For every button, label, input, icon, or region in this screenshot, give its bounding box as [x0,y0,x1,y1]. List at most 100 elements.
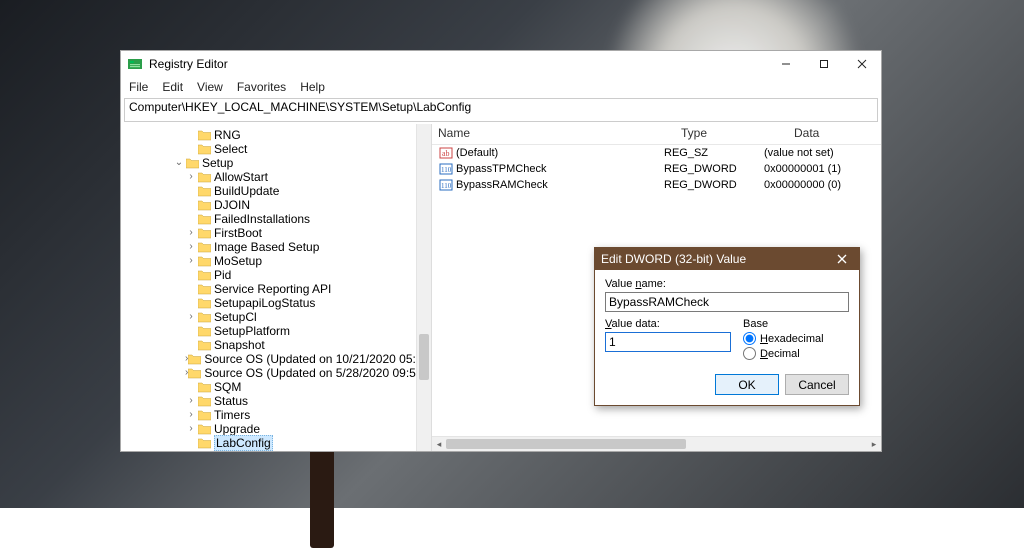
value-row[interactable]: 110 BypassTPMCheckREG_DWORD0x00000001 (1) [432,161,881,177]
menu-file[interactable]: File [129,80,148,94]
tree-scroll-thumb[interactable] [419,334,429,380]
close-button[interactable] [843,51,881,77]
radio-hex-input[interactable] [743,332,756,345]
registry-tree[interactable]: RNGSelect⌄Setup›AllowStartBuildUpdateDJO… [121,124,432,451]
expand-icon[interactable]: › [173,450,185,451]
tree-item-label: SetupapiLogStatus [214,296,315,310]
tree-item-label: Status [214,394,248,408]
folder-icon [197,255,211,267]
menu-edit[interactable]: Edit [162,80,183,94]
tree-item[interactable]: SetupPlatform [121,324,431,338]
menubar: File Edit View Favorites Help [121,77,881,97]
titlebar[interactable]: Registry Editor [121,51,881,77]
list-header[interactable]: Name Type Data [432,124,881,145]
radio-hexadecimal[interactable]: Hexadecimal [743,332,849,345]
tree-item[interactable]: LabConfig [121,436,431,450]
window-title: Registry Editor [149,57,228,71]
dialog-title: Edit DWORD (32-bit) Value [601,252,746,266]
tree-item[interactable]: SQM [121,380,431,394]
value-name-field[interactable] [605,292,849,312]
tree-item-label: FailedInstallations [214,212,310,226]
tree-item[interactable]: Snapshot [121,338,431,352]
expand-icon[interactable]: › [185,170,197,184]
folder-icon [188,367,201,379]
dialog-close-button[interactable] [831,248,853,270]
tree-scrollbar[interactable] [416,124,431,451]
tree-item[interactable]: RNG [121,128,431,142]
expand-icon[interactable]: › [185,226,197,240]
value-row[interactable]: 110BypassRAMCheckREG_DWORD0x00000000 (0) [432,177,881,193]
folder-icon [197,437,211,449]
menu-view[interactable]: View [197,80,223,94]
value-type: REG_DWORD [664,163,764,175]
tree-item[interactable]: ›Software [121,450,431,451]
tree-item-label: Timers [214,408,250,422]
cancel-button[interactable]: Cancel [785,374,849,395]
tree-item[interactable]: BuildUpdate [121,184,431,198]
col-name[interactable]: Name [432,124,675,144]
list-scroll-thumb[interactable] [446,439,686,449]
expand-icon[interactable]: › [185,240,197,254]
scroll-right-icon[interactable]: ▸ [867,437,881,451]
tree-item[interactable]: ›Source OS (Updated on 5/28/2020 09:50:1… [121,366,431,380]
col-data[interactable]: Data [788,124,881,144]
tree-item-label: Source OS (Updated on 5/28/2020 09:50:15… [204,366,432,380]
expand-icon[interactable]: › [185,408,197,422]
tree-item[interactable]: ›SetupCl [121,310,431,324]
tree-item-label: LabConfig [214,435,273,451]
value-row[interactable]: ab(Default)REG_SZ(value not set) [432,145,881,161]
value-data-field[interactable] [605,332,731,352]
folder-icon [197,283,211,295]
tree-item[interactable]: › Timers [121,408,431,422]
svg-text:ab: ab [442,149,450,158]
folder-icon [197,227,211,239]
value-type: REG_DWORD [664,179,764,191]
tree-item[interactable]: Service Reporting API [121,282,431,296]
tree-item[interactable]: › Status [121,394,431,408]
tree-item-label: MoSetup [214,254,262,268]
menu-help[interactable]: Help [300,80,325,94]
collapse-icon[interactable]: ⌄ [173,156,185,170]
tree-item[interactable]: › MoSetup [121,254,431,268]
address-bar[interactable]: Computer\HKEY_LOCAL_MACHINE\SYSTEM\Setup… [124,98,878,122]
menu-favorites[interactable]: Favorites [237,80,286,94]
folder-icon [197,339,211,351]
tree-item-label: SetupPlatform [214,324,290,338]
tree-item[interactable]: ›Upgrade [121,422,431,436]
value-name: BypassTPMCheck [456,163,664,175]
tree-item[interactable]: ›Source OS (Updated on 10/21/2020 05:54:… [121,352,431,366]
tree-item[interactable]: SetupapiLogStatus [121,296,431,310]
value-type-icon: 110 [432,178,456,192]
value-data: 0x00000000 (0) [764,179,881,191]
tree-item[interactable]: ›AllowStart [121,170,431,184]
dialog-titlebar[interactable]: Edit DWORD (32-bit) Value [595,248,859,270]
svg-text:110: 110 [441,182,452,190]
tree-item[interactable]: ›Image Based Setup [121,240,431,254]
tree-item[interactable]: Pid [121,268,431,282]
svg-text:110: 110 [441,166,452,174]
maximize-button[interactable] [805,51,843,77]
tree-item-setup[interactable]: ⌄Setup [121,156,431,170]
value-type-icon: ab [432,146,456,160]
scroll-left-icon[interactable]: ◂ [432,437,446,451]
tree-item[interactable]: FailedInstallations [121,212,431,226]
col-type[interactable]: Type [675,124,788,144]
expand-icon[interactable]: › [185,310,197,324]
list-h-scrollbar[interactable]: ◂ ▸ [432,436,881,451]
minimize-button[interactable] [767,51,805,77]
tree-item[interactable]: DJOIN [121,198,431,212]
tree-item[interactable]: Select [121,142,431,156]
expand-icon[interactable]: › [185,394,197,408]
folder-icon [197,199,211,211]
ok-button[interactable]: OK [715,374,779,395]
folder-icon [197,241,211,253]
expand-icon[interactable]: › [185,254,197,268]
radio-dec-input[interactable] [743,347,756,360]
radio-decimal[interactable]: Decimal [743,347,849,360]
tree-item-label: FirstBoot [214,226,262,240]
edit-dword-dialog: Edit DWORD (32-bit) Value Value name: Va… [594,247,860,406]
tree-item[interactable]: › FirstBoot [121,226,431,240]
expand-icon[interactable]: › [185,422,197,436]
base-group-label: Base [743,318,849,330]
value-data: 0x00000001 (1) [764,163,881,175]
